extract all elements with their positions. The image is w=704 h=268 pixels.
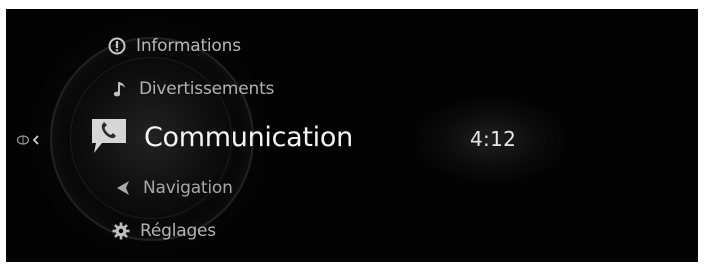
main-menu: Informations Divertissements Communicati… bbox=[6, 9, 406, 262]
menu-item-label: Communication bbox=[144, 121, 353, 153]
menu-item-label: Navigation bbox=[143, 178, 233, 198]
menu-item-reglages[interactable]: Réglages bbox=[108, 218, 216, 244]
menu-item-informations[interactable]: Informations bbox=[104, 33, 241, 59]
phone-icon bbox=[88, 117, 140, 157]
menu-item-navigation[interactable]: Navigation bbox=[110, 175, 233, 201]
call-duration: 4:12 bbox=[470, 127, 517, 151]
navigation-arrow-icon bbox=[110, 175, 136, 201]
menu-item-divertissements[interactable]: Divertissements bbox=[108, 76, 274, 102]
menu-item-label: Informations bbox=[136, 36, 241, 56]
menu-item-label: Réglages bbox=[140, 221, 216, 241]
menu-item-label: Divertissements bbox=[139, 79, 275, 99]
music-note-icon bbox=[108, 76, 134, 102]
menu-item-communication[interactable]: Communication bbox=[88, 117, 353, 157]
info-icon bbox=[104, 33, 130, 59]
gear-icon bbox=[108, 218, 134, 244]
infotainment-screen: Informations Divertissements Communicati… bbox=[6, 9, 698, 262]
